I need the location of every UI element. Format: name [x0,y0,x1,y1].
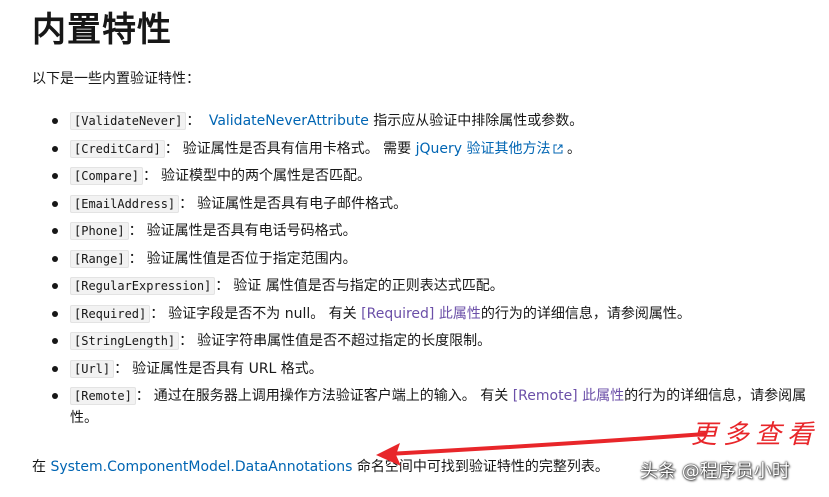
list-item: [ValidateNever]： ValidateNeverAttribute … [32,110,822,132]
attribute-code-regularexpression: [RegularExpression] [70,277,216,295]
item-colon: ： [179,195,194,212]
more-annotation-label: 更多查看 [691,420,820,450]
required-attribute-link[interactable]: [Required] 此属性 [361,306,481,322]
docs-page: 内置特性 以下是一些内置验证特性： [ValidateNever]： Valid… [0,0,829,497]
list-item: [Compare]：验证模型中的两个属性是否匹配。 [32,165,822,187]
list-item: [Range]：验证属性值是否位于指定范围内。 [32,248,822,270]
attribute-code-validatenever: [ValidateNever] [70,112,187,130]
item-description: 验证字符串属性值是否不超过指定的长度限制。 [197,333,492,349]
item-description: 验证字段是否不为 null。 有关 [168,305,362,322]
item-colon: ： [164,140,179,157]
list-item: [Phone]：验证属性是否具有电话号码格式。 [32,220,822,242]
dataannotations-namespace-link[interactable]: System.ComponentModel.DataAnnotations [50,459,352,475]
attribute-code-remote: [Remote] [70,387,136,405]
remote-attribute-link[interactable]: [Remote] 此属性 [513,388,624,404]
item-description: 验证属性是否具有 URL 格式。 [132,360,323,377]
item-description: 验证模型中的两个属性是否匹配。 [161,168,372,184]
attribute-code-range: [Range] [70,249,129,268]
item-description: 验证属性是否具有信用卡格式。 需要 [182,140,416,157]
item-colon: ： [135,388,150,404]
item-description-end: 。 [562,140,581,157]
validation-attribute-list: [ValidateNever]： ValidateNeverAttribute … [32,110,822,435]
item-description: 验证属性是否具有电话号码格式。 [146,223,357,239]
attribute-code-emailaddress: [EmailAddress] [70,194,180,213]
list-item: [Required]：验证字段是否不为 null。 有关 [Required] … [32,303,822,325]
item-description: 通过在服务器上调用操作方法验证客户端上的输入。 有关 [153,388,513,404]
external-link-icon [553,144,562,153]
list-item: [RegularExpression]：验证 属性值是否与指定的正则表达式匹配。 [32,275,822,297]
jquery-validation-methods-link[interactable]: jQuery 验证其他方法 [416,141,563,157]
item-colon: ： [143,168,158,184]
attribute-code-url: [Url] [70,359,115,378]
item-description: 验证属性值是否位于指定范围内。 [146,250,357,267]
item-colon: ： [179,333,194,349]
link-label: jQuery 验证其他方法 [415,140,551,157]
item-colon: ： [186,113,201,129]
item-colon: ： [128,223,143,239]
validateneverattribute-link[interactable]: ValidateNeverAttribute [209,113,369,129]
attribute-code-required: [Required] [70,304,151,323]
item-description: 指示应从验证中排除属性或参数。 [368,113,584,129]
list-item: [Url]：验证属性是否具有 URL 格式。 [32,358,822,380]
item-colon: ： [128,250,143,267]
list-item: [EmailAddress]：验证属性是否具有电子邮件格式。 [32,193,822,215]
item-colon: ： [114,360,129,377]
watermark-text: 头条 @程序员小时 [640,461,790,482]
item-description-end: 的行为的详细信息，请参阅属性。 [480,305,691,322]
outro-prefix: 在 [32,459,51,475]
attribute-code-stringlength: [StringLength] [70,332,180,350]
list-item: [StringLength]：验证字符串属性值是否不超过指定的长度限制。 [32,330,822,352]
attribute-code-compare: [Compare] [70,167,144,185]
attribute-code-creditcard: [CreditCard] [70,139,165,158]
item-colon: ： [150,305,165,322]
item-colon: ： [215,278,230,294]
intro-text: 以下是一些内置验证特性： [32,71,200,87]
list-item: [CreditCard]：验证属性是否具有信用卡格式。 需要 jQuery 验证… [32,138,822,160]
item-description: 验证属性是否具有电子邮件格式。 [197,195,408,212]
page-title: 内置特性 [32,10,172,50]
item-description: 验证 属性值是否与指定的正则表达式匹配。 [233,278,504,294]
attribute-code-phone: [Phone] [70,222,129,240]
